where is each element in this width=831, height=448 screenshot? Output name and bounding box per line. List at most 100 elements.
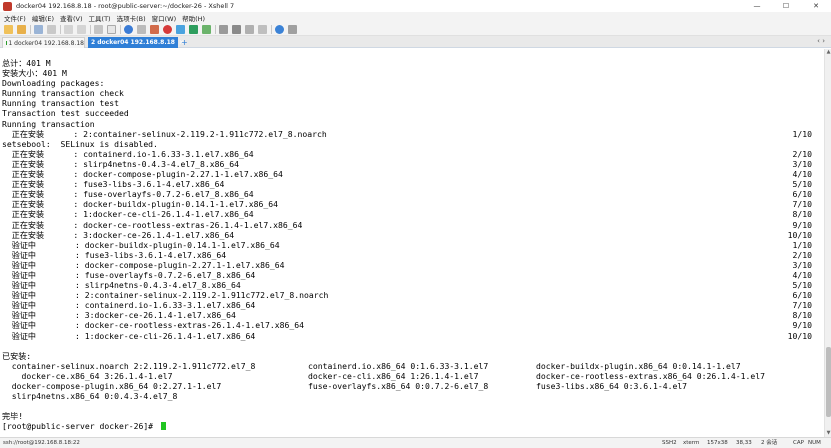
terminal-area[interactable]: 总计：401 M 安装大小：401 M Downloading packages: R…	[0, 49, 824, 437]
menu-view[interactable]: 查看(V)	[60, 13, 83, 23]
terminal-line: Running transaction test	[2, 98, 822, 108]
terminal-line-text: 验证中 : 3:docker-ce-26.1.4-1.el7.x86_64	[2, 310, 236, 321]
progress-counter: 10/10	[787, 330, 812, 341]
options-icon[interactable]	[288, 24, 297, 34]
connect-icon[interactable]	[34, 24, 43, 34]
terminal-line-text: 正在安装 : 3:docker-ce-26.1.4-1.el7.x86_64	[2, 229, 235, 240]
terminal-line-text: 验证中 : slirp4netns-0.4.3-4.el7_8.x86_64	[2, 280, 241, 291]
tab-label: 2 docker04 192.168.8.18	[91, 39, 175, 46]
progress-counter: 1/10	[792, 239, 813, 250]
progress-counter: 6/10	[792, 189, 813, 200]
compose-icon[interactable]	[202, 24, 211, 34]
find-icon[interactable]	[94, 24, 103, 34]
progress-counter: 7/10	[792, 300, 813, 311]
shell-prompt: [root@public-server docker-26]#	[2, 421, 158, 432]
menu-file[interactable]: 文件(F)	[4, 13, 26, 23]
terminal-line: Transaction test succeeded	[2, 108, 822, 118]
terminal-line: Running transaction	[2, 119, 822, 129]
terminal-line: 验证中 : 1:docker-ce-cli-26.1.4-1.el7.x86_6…	[2, 331, 822, 341]
progress-counter: 3/10	[792, 158, 813, 169]
terminal-line-text: 正在安装 : slirp4netns-0.4.3-4.el7_8.x86_64	[2, 158, 240, 169]
installed-package: containerd.io.x86_64 0:1.6.33-3.1.el7	[308, 360, 489, 371]
progress-counter: 8/10	[792, 209, 813, 220]
terminal-line-text: Downloading packages:	[2, 78, 105, 89]
terminal-line: 总计：401 M	[2, 58, 822, 68]
disconnect-icon[interactable]	[47, 24, 56, 34]
terminal-line: 正在安装 : 1:docker-ce-cli-26.1.4-1.el7.x86_…	[2, 209, 822, 219]
terminal-line-text: 安装大小：401 M	[2, 68, 67, 79]
transfer-icon[interactable]	[176, 24, 185, 34]
tab-session-2[interactable]: 2 docker04 192.168.8.18 ×	[88, 37, 184, 48]
tab-session-1[interactable]: 1 docker04 192.168.8.18	[2, 37, 85, 48]
progress-counter: 2/10	[792, 148, 813, 159]
tab-bar: 1 docker04 192.168.8.18 2 docker04 192.1…	[0, 36, 831, 48]
tab-scroll-icon[interactable]: ‹ ›	[817, 37, 825, 45]
menu-edit[interactable]: 编辑(E)	[32, 13, 54, 23]
script-icon[interactable]	[245, 24, 254, 34]
new-session-icon[interactable]	[4, 24, 13, 34]
menu-tabs[interactable]: 选项卡(B)	[117, 13, 146, 23]
installed-package-row: container-selinux.noarch 2:2.119.2-1.911…	[2, 361, 822, 371]
copy-icon[interactable]	[64, 24, 73, 34]
paste-icon[interactable]	[77, 24, 86, 34]
installed-package: docker-ce-cli.x86_64 1:26.1.4-1.el7	[308, 370, 479, 381]
menu-bar: 文件(F) 编辑(E) 查看(V) 工具(T) 选项卡(B) 窗口(W) 帮助(…	[0, 12, 831, 23]
terminal-line-text: 验证中 : 2:container-selinux-2.119.2-1.911c…	[2, 290, 329, 301]
minimize-button[interactable]: —	[743, 0, 771, 12]
maximize-button[interactable]: ☐	[772, 0, 800, 12]
terminal-line: 验证中 : docker-ce-rootless-extras-26.1.4-1…	[2, 320, 822, 330]
terminal-line-text: 正在安装 : docker-buildx-plugin-0.14.1-1.el7…	[2, 199, 279, 210]
scroll-down-icon[interactable]: ▼	[825, 430, 831, 437]
font-icon[interactable]	[150, 24, 159, 34]
title-bar: docker04 192.168.8.18 - root@public-serv…	[0, 0, 831, 12]
add-tab-icon[interactable]: +	[181, 38, 188, 47]
terminal-line: 正在安装 : docker-ce-rootless-extras-26.1.4-…	[2, 220, 822, 230]
keyboard-icon[interactable]	[219, 24, 228, 34]
terminal-line: 正在安装 : containerd.io-1.6.33-3.1.el7.x86_…	[2, 149, 822, 159]
terminal-line-text: 验证中 : containerd.io-1.6.33-3.1.el7.x86_6…	[2, 300, 256, 311]
terminal-line-text: 正在安装 : docker-compose-plugin-2.27.1-1.el…	[2, 169, 283, 180]
menu-tools[interactable]: 工具(T)	[89, 13, 111, 23]
terminal-line-text: 验证中 : fuse-overlayfs-0.7.2-6.el7_8.x86_6…	[2, 269, 256, 280]
menu-help[interactable]: 帮助(H)	[182, 13, 205, 23]
toolbar-separator	[215, 24, 216, 34]
shell-prompt-line[interactable]: [root@public-server docker-26]#	[2, 421, 822, 431]
caps-lock-indicator: CAP	[793, 440, 804, 446]
terminal-line-text: Transaction test succeeded	[2, 108, 129, 119]
terminal-line: 正在安装 : fuse-overlayfs-0.7.2-6.el7_8.x86_…	[2, 189, 822, 199]
xftp-icon[interactable]	[189, 24, 198, 34]
terminal-line: 安装大小：401 M	[2, 68, 822, 78]
progress-counter: 4/10	[792, 169, 813, 180]
dropdown-icon[interactable]	[137, 24, 146, 34]
installed-package: slirp4netns.x86_64 0:0.4.3-4.el7_8	[2, 391, 178, 402]
progress-counter: 9/10	[792, 219, 813, 230]
terminal-cursor	[160, 422, 166, 431]
cursor-position: 38,33	[736, 440, 752, 446]
toolbar-separator	[90, 24, 91, 34]
terminal-line: 正在安装 : fuse3-libs-3.6.1-4.el7.x86_64 5/10	[2, 179, 822, 189]
lock-icon[interactable]	[232, 24, 241, 34]
help-icon[interactable]	[275, 24, 284, 34]
terminal-line: 正在安装 : 3:docker-ce-26.1.4-1.el7.x86_64 10…	[2, 230, 822, 240]
toolbar-separator	[120, 24, 121, 34]
stop-icon[interactable]	[163, 24, 172, 34]
progress-counter: 10/10	[787, 229, 812, 240]
scroll-up-icon[interactable]: ▲	[825, 49, 831, 56]
layout-icon[interactable]	[258, 24, 267, 34]
open-folder-icon[interactable]	[17, 24, 26, 34]
installed-package-row: docker-ce.x86_64 3:26.1.4-1.el7 docker-ce…	[2, 371, 822, 381]
progress-counter: 5/10	[792, 280, 813, 291]
globe-icon[interactable]	[124, 24, 133, 34]
menu-window[interactable]: 窗口(W)	[152, 13, 177, 23]
close-button[interactable]: ✕	[802, 0, 830, 12]
print-icon[interactable]	[107, 24, 116, 34]
terminal-line: 验证中 : slirp4netns-0.4.3-4.el7_8.x86_64 5/…	[2, 280, 822, 290]
progress-counter: 8/10	[792, 310, 813, 321]
scrollbar-thumb[interactable]	[826, 347, 831, 417]
installed-package: fuse3-libs.x86_64 0:3.6.1-4.el7	[536, 381, 688, 391]
terminal-line-text: 验证中 : fuse3-libs-3.6.1-4.el7.x86_64	[2, 249, 227, 260]
terminal-line: 正在安装 : docker-compose-plugin-2.27.1-1.el…	[2, 169, 822, 179]
terminal-scrollbar[interactable]: ▲ ▼	[824, 49, 831, 437]
terminal-line: 验证中 : 2:container-selinux-2.119.2-1.911c…	[2, 290, 822, 300]
